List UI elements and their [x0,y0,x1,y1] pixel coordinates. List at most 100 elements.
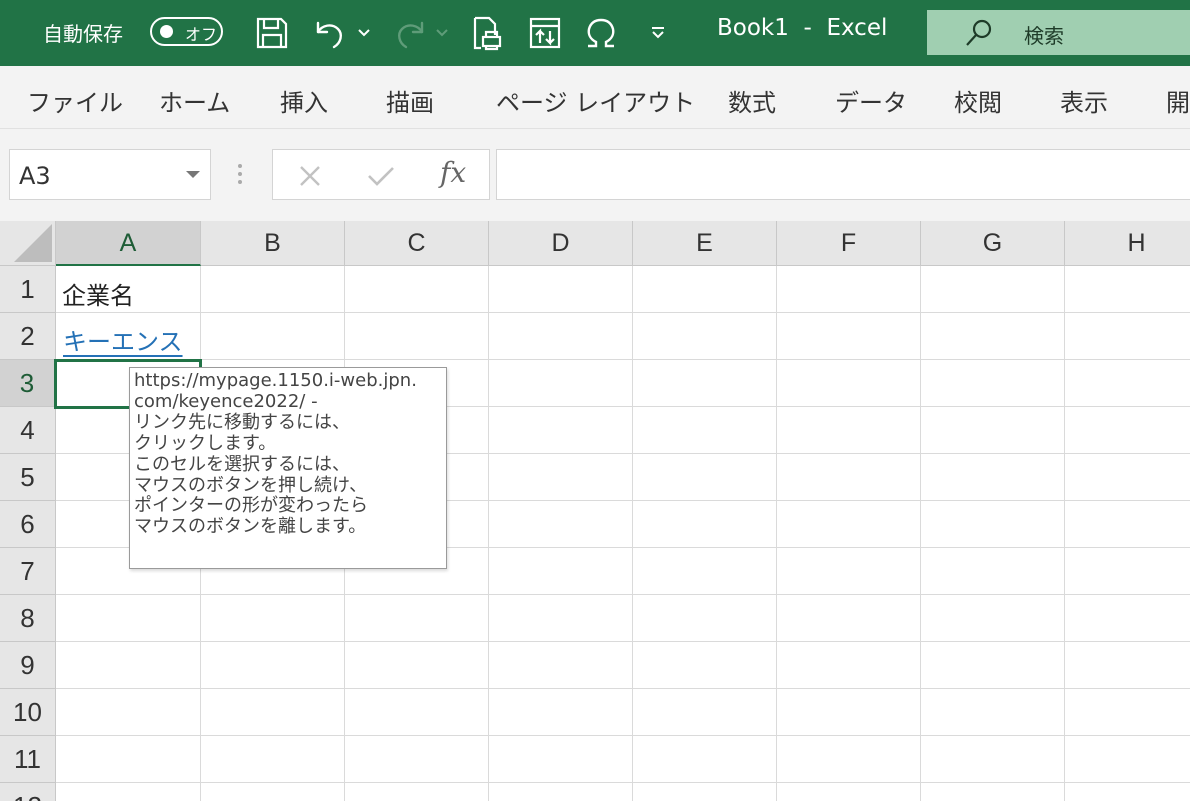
undo-dropdown-icon[interactable] [355,14,373,52]
cell[interactable] [777,783,921,801]
column-header-d[interactable]: D [489,221,633,266]
search-box[interactable]: 検索 [927,10,1190,55]
cell[interactable] [777,360,921,407]
insert-chart-icon[interactable] [527,14,563,52]
cell[interactable] [921,313,1065,360]
column-header-c[interactable]: C [345,221,489,266]
cancel-icon[interactable] [297,163,323,193]
cell[interactable] [345,783,489,801]
cell[interactable] [489,313,633,360]
cell[interactable] [777,313,921,360]
cell[interactable] [489,642,633,689]
cell[interactable] [489,360,633,407]
redo-icon[interactable] [392,14,428,52]
column-header-b[interactable]: B [201,221,345,266]
column-header-g[interactable]: G [921,221,1065,266]
cell[interactable] [56,783,201,801]
column-header-e[interactable]: E [633,221,777,266]
tab-developer[interactable]: 開 [1166,83,1190,118]
cell[interactable] [201,595,345,642]
redo-dropdown-icon[interactable] [433,14,451,52]
cell[interactable] [56,595,201,642]
tab-page-layout[interactable]: ページ レイアウト [496,83,695,118]
tab-review[interactable]: 校閲 [954,83,1002,118]
cell[interactable] [1065,642,1190,689]
cell[interactable] [489,548,633,595]
cell[interactable] [633,454,777,501]
cell[interactable] [1065,736,1190,783]
cell[interactable] [633,313,777,360]
cell[interactable] [345,313,489,360]
cell[interactable] [921,783,1065,801]
cell[interactable] [921,266,1065,313]
cell[interactable] [921,454,1065,501]
cell[interactable] [633,360,777,407]
cell[interactable] [201,266,345,313]
row-header-5[interactable]: 5 [0,454,56,501]
cell[interactable] [633,595,777,642]
customize-qat-icon[interactable] [648,14,668,52]
cell[interactable] [489,454,633,501]
cell[interactable] [921,642,1065,689]
tab-view[interactable]: 表示 [1060,83,1108,118]
autosave-toggle[interactable]: オフ [150,17,223,46]
cell[interactable] [1065,595,1190,642]
cell[interactable] [201,783,345,801]
cell[interactable] [633,689,777,736]
name-box[interactable]: A3 [9,149,211,200]
cell[interactable] [921,548,1065,595]
tab-insert[interactable]: 挿入 [280,83,328,118]
cell[interactable] [777,595,921,642]
row-header-8[interactable]: 8 [0,595,56,642]
row-header-3[interactable]: 3 [0,360,56,407]
cell[interactable] [489,501,633,548]
row-header-6[interactable]: 6 [0,501,56,548]
cell[interactable] [921,407,1065,454]
row-header-7[interactable]: 7 [0,548,56,595]
omega-symbol-icon[interactable] [583,14,619,52]
cell[interactable] [1065,266,1190,313]
column-header-a[interactable]: A [56,221,201,266]
resize-handle[interactable] [238,164,242,188]
cell[interactable] [345,595,489,642]
cell-a1[interactable]: 企業名 [62,276,134,311]
row-header-12[interactable]: 12 [0,783,56,801]
cell[interactable] [777,548,921,595]
row-header-1[interactable]: 1 [0,266,56,313]
cell[interactable] [345,266,489,313]
cell[interactable] [921,595,1065,642]
row-header-4[interactable]: 4 [0,407,56,454]
cell[interactable] [201,313,345,360]
cell[interactable] [921,736,1065,783]
tab-data[interactable]: データ [835,83,907,118]
cell[interactable] [633,642,777,689]
cell[interactable] [633,266,777,313]
cell[interactable] [489,266,633,313]
cell[interactable] [921,501,1065,548]
cell[interactable] [633,783,777,801]
cell[interactable] [777,501,921,548]
cell[interactable] [633,548,777,595]
cell[interactable] [633,407,777,454]
cell[interactable] [633,501,777,548]
cell[interactable] [489,783,633,801]
cell[interactable] [1065,313,1190,360]
cell[interactable] [201,736,345,783]
cell[interactable] [489,736,633,783]
cell[interactable] [777,266,921,313]
cell[interactable] [777,454,921,501]
save-icon[interactable] [254,14,290,52]
cell[interactable] [777,736,921,783]
cell[interactable] [345,642,489,689]
cell[interactable] [1065,548,1190,595]
column-header-f[interactable]: F [777,221,921,266]
cell[interactable] [489,595,633,642]
row-header-11[interactable]: 11 [0,736,56,783]
cell[interactable] [921,360,1065,407]
cell[interactable] [489,689,633,736]
cell[interactable] [56,689,201,736]
cell[interactable] [921,689,1065,736]
cell[interactable] [345,689,489,736]
cell[interactable] [633,736,777,783]
cell[interactable] [345,736,489,783]
